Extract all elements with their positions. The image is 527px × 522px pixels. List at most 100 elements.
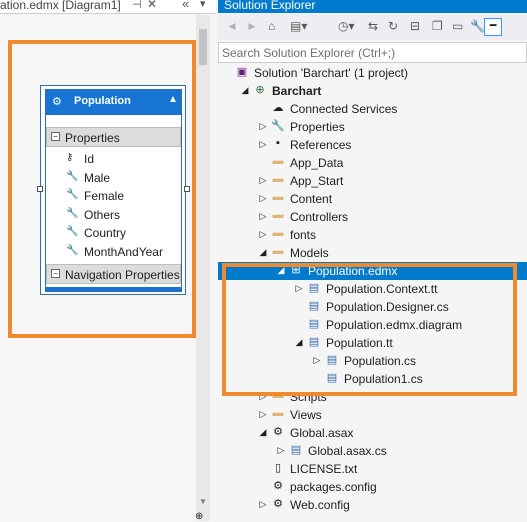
tree-node[interactable]: ☁ Connected Services (218, 100, 527, 118)
expanded-arrow-icon[interactable]: ◢ (258, 247, 268, 258)
document-tab[interactable]: ation.edmx [Diagram1] ⊣ ✕ « ▾ (0, 0, 216, 14)
tree-node-label: packages.config (290, 480, 377, 494)
tree-node-label: Global.asax (290, 426, 354, 440)
scrollbar-thumb[interactable] (199, 29, 207, 65)
show-all-files-icon[interactable]: ❐ (432, 19, 443, 33)
tree-node[interactable]: ▷ ▬ Scripts (218, 388, 527, 406)
selection-handle[interactable] (37, 186, 43, 192)
home-icon[interactable]: ⌂ (268, 19, 275, 33)
tree-node[interactable]: ▤ Population.Designer.cs (218, 298, 527, 316)
navigation-section-header[interactable]: − Navigation Properties (46, 264, 181, 284)
property-row[interactable]: 🔧 Female (46, 187, 181, 205)
expand-arrow-icon[interactable]: ▷ (294, 283, 304, 294)
property-row[interactable]: ⚷ Id (46, 150, 181, 168)
solution-icon: ▣ (236, 66, 248, 78)
vertical-scrollbar[interactable]: ▼ (196, 15, 210, 521)
tree-node[interactable]: ▤ Population1.cs (218, 370, 527, 388)
collapse-icon[interactable]: ▲ (168, 94, 178, 105)
document-tab-title[interactable]: ation.edmx [Diagram1] (0, 0, 121, 12)
expanded-arrow-icon[interactable]: ◢ (276, 265, 286, 276)
solution-explorer-panel: Solution Explorer ◄ ► ⌂ ▤▾ ◷▾ ⇆ ↻ ⊟ ❐ ▭ … (218, 0, 527, 521)
sync-icon[interactable]: ⇆ (368, 19, 378, 33)
cs-file-icon: ▤ (308, 318, 320, 330)
property-row[interactable]: 🔧 Country (46, 224, 181, 242)
tree-node[interactable]: ▷ ▬ Content (218, 190, 527, 208)
tree-node[interactable]: ⚙ packages.config (218, 478, 527, 496)
switch-views-icon[interactable]: ▤▾ (290, 19, 307, 33)
selection-handle[interactable] (184, 186, 190, 192)
property-row[interactable]: 🔧 MonthAndYear (46, 243, 181, 261)
entity-icon: ⚙ (52, 96, 62, 108)
expand-arrow-icon[interactable]: ▷ (258, 499, 268, 510)
tree-node[interactable]: ▤ Population.edmx.diagram (218, 316, 527, 334)
search-input[interactable] (219, 43, 519, 62)
tree-node[interactable]: ▷ ▬ App_Start (218, 172, 527, 190)
collapse-all-icon[interactable]: ⊟ (410, 19, 420, 33)
pin-icon[interactable]: ⊣ (132, 0, 142, 11)
tree-node[interactable]: ◢ ⊞ Population.edmx (218, 262, 527, 280)
tree-node[interactable]: ▷ ▤ Population.Context.tt (218, 280, 527, 298)
tree-node-label: Population.Designer.cs (326, 300, 449, 314)
tree-node-label: Controllers (290, 210, 349, 224)
dropdown-icon[interactable]: ▾ (200, 0, 206, 10)
entity-population[interactable]: ⚙ Population ▲ − Properties ⚷ Id 🔧 Male … (37, 85, 190, 295)
expand-arrow-icon[interactable]: ▷ (258, 121, 268, 132)
pending-changes-filter-icon[interactable]: ◷▾ (338, 19, 355, 33)
expand-arrow-icon[interactable]: ▷ (258, 229, 268, 240)
expand-arrow-icon[interactable]: ▷ (258, 211, 268, 222)
expand-arrow-icon[interactable]: ▷ (276, 445, 286, 456)
expand-arrow-icon[interactable]: ▷ (258, 175, 268, 186)
expand-arrow-icon[interactable]: ▷ (258, 409, 268, 420)
expanded-arrow-icon[interactable]: ◢ (258, 427, 268, 438)
chevron-left-icon[interactable]: « (182, 0, 189, 11)
tree-node[interactable]: ◢ ▬ Models (218, 244, 527, 262)
cs-file-icon: ▤ (308, 300, 320, 312)
expand-arrow-icon[interactable]: ▷ (258, 391, 268, 402)
preview-icon[interactable]: ▭ (452, 19, 463, 33)
folder-icon: ▬ (272, 155, 284, 167)
tree-node[interactable]: ▷ ▬ Controllers (218, 208, 527, 226)
tree-node[interactable]: ▷ 🔧 Properties (218, 118, 527, 136)
expanded-arrow-icon[interactable]: ◢ (294, 337, 304, 348)
tree-node-label: App_Start (290, 174, 344, 188)
expand-arrow-icon[interactable]: ▷ (312, 355, 322, 366)
expand-arrow-icon[interactable]: ▷ (258, 139, 268, 150)
pin-toggle-icon[interactable]: ━ (484, 18, 502, 36)
edmx-icon: ⊞ (291, 264, 301, 276)
tree-node[interactable]: ▷ ▬ Views (218, 406, 527, 424)
collapse-minus-icon[interactable]: − (51, 269, 60, 278)
folder-icon: ▬ (272, 389, 284, 401)
tree-node[interactable]: ◢ ⚙ Global.asax (218, 424, 527, 442)
refresh-icon[interactable]: ↻ (388, 19, 398, 33)
tree-node[interactable]: ▯ LICENSE.txt (218, 460, 527, 478)
tree-node[interactable]: ▷ ▬ fonts (218, 226, 527, 244)
search-box[interactable] (218, 42, 527, 63)
collapse-minus-icon[interactable]: − (51, 132, 60, 141)
forward-icon[interactable]: ► (246, 19, 258, 33)
properties-section-header[interactable]: − Properties (46, 127, 181, 147)
expand-arrow-icon[interactable]: ▷ (258, 193, 268, 204)
properties-wrench-icon[interactable]: 🔧 (470, 19, 485, 33)
tree-node[interactable]: ▷ ▤ Population.cs (218, 352, 527, 370)
tree-node[interactable]: ◢ ⊕ Barchart (218, 82, 527, 100)
entity-title: Population (74, 95, 131, 107)
cs-file-icon: ▤ (290, 444, 302, 456)
zoom-icon[interactable]: ⊕ (195, 511, 203, 522)
property-row[interactable]: 🔧 Others (46, 206, 181, 224)
tree-node[interactable]: ▷ ⚙ Web.config (218, 496, 527, 514)
tree-node-label: Properties (290, 120, 345, 134)
expanded-arrow-icon[interactable]: ◢ (240, 85, 250, 96)
scroll-down-icon[interactable]: ▼ (199, 497, 207, 506)
tree-node[interactable]: ▣ Solution 'Barchart' (1 project) (218, 64, 527, 82)
property-row[interactable]: 🔧 Male (46, 169, 181, 187)
close-icon[interactable]: ✕ (147, 0, 157, 11)
back-icon[interactable]: ◄ (226, 19, 238, 33)
tree-node[interactable]: ▬ App_Data (218, 154, 527, 172)
tree-node[interactable]: ▷ ▪ References (218, 136, 527, 154)
wrench-icon: 🔧 (66, 171, 79, 182)
tree-node[interactable]: ▷ ▤ Global.asax.cs (218, 442, 527, 460)
key-icon: ⚷ (66, 152, 74, 163)
entity-header[interactable]: ⚙ Population ▲ (46, 90, 181, 115)
panel-title-bar[interactable]: Solution Explorer (218, 0, 527, 13)
tree-node[interactable]: ◢ ▤ Population.tt (218, 334, 527, 352)
